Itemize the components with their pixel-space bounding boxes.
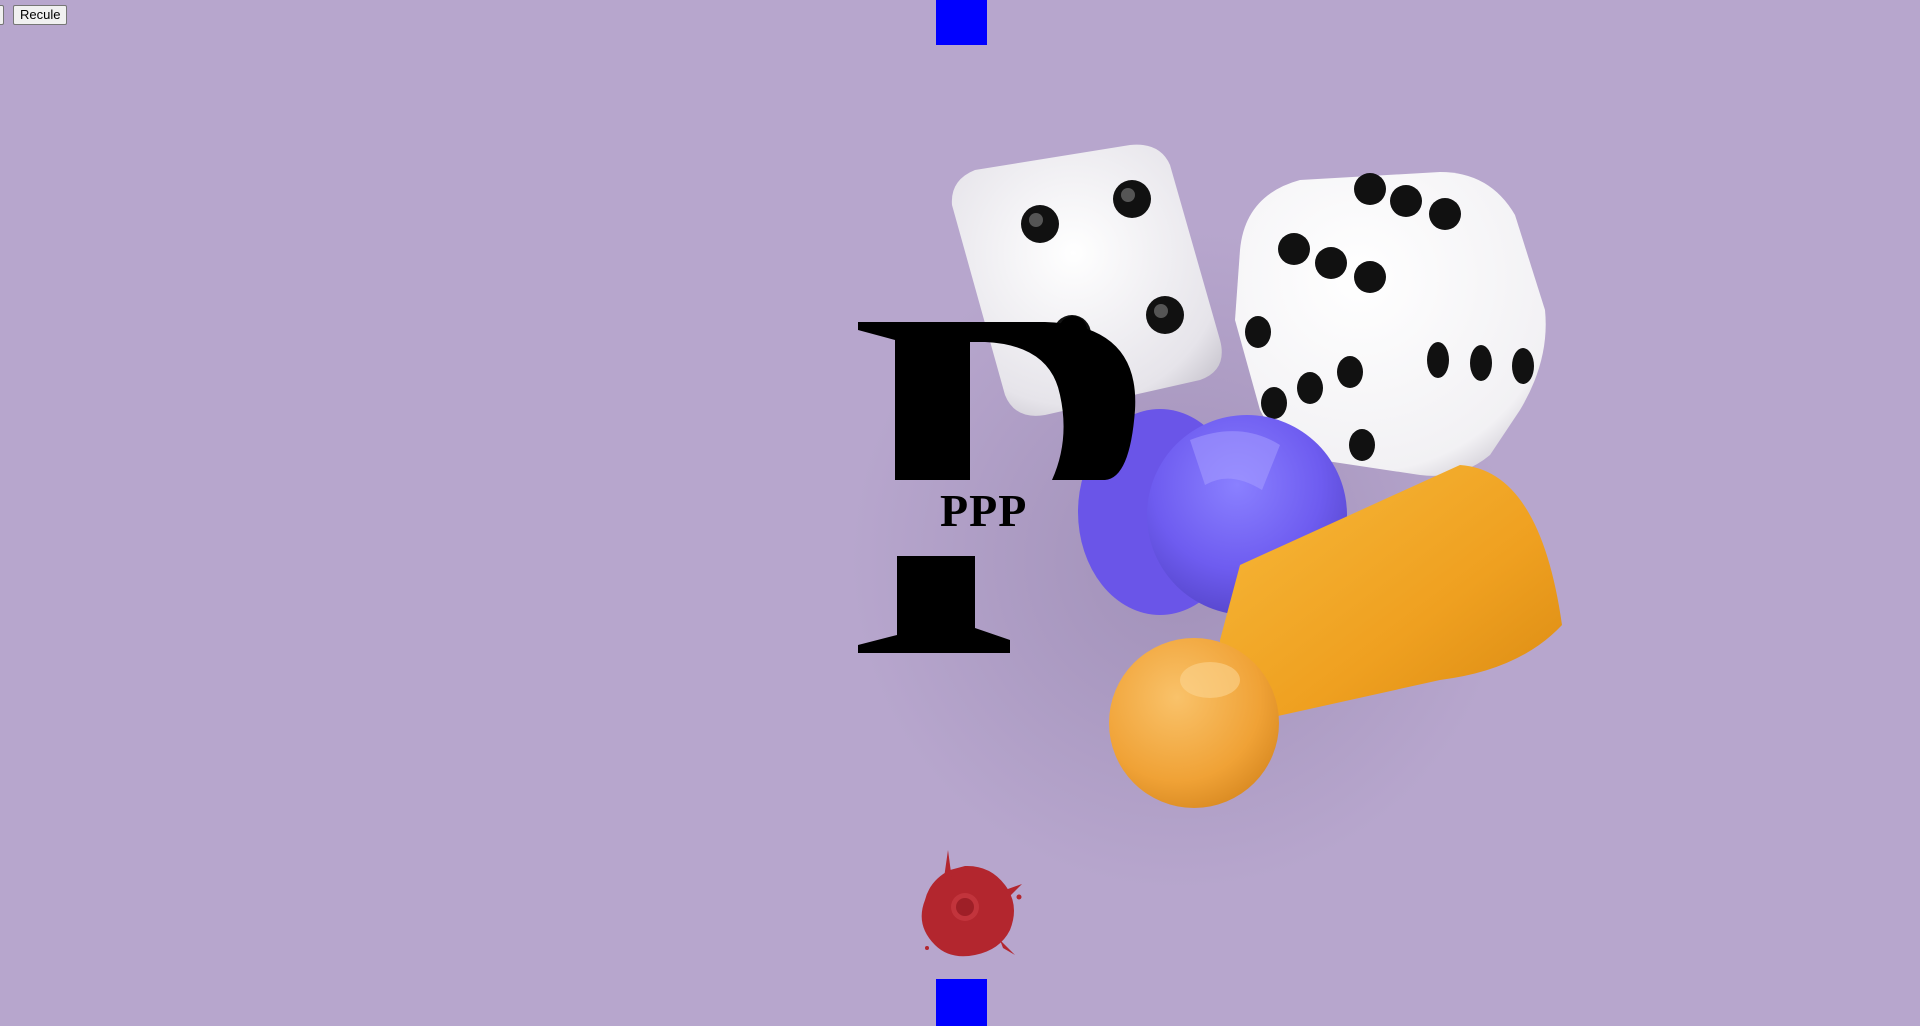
logo-subtitle: PPP [940,485,1028,536]
paddle-top [936,0,987,45]
paddle-bottom [936,979,987,1026]
ball-icon [921,850,1022,957]
game-stage: Recule PPP [0,0,1920,1026]
